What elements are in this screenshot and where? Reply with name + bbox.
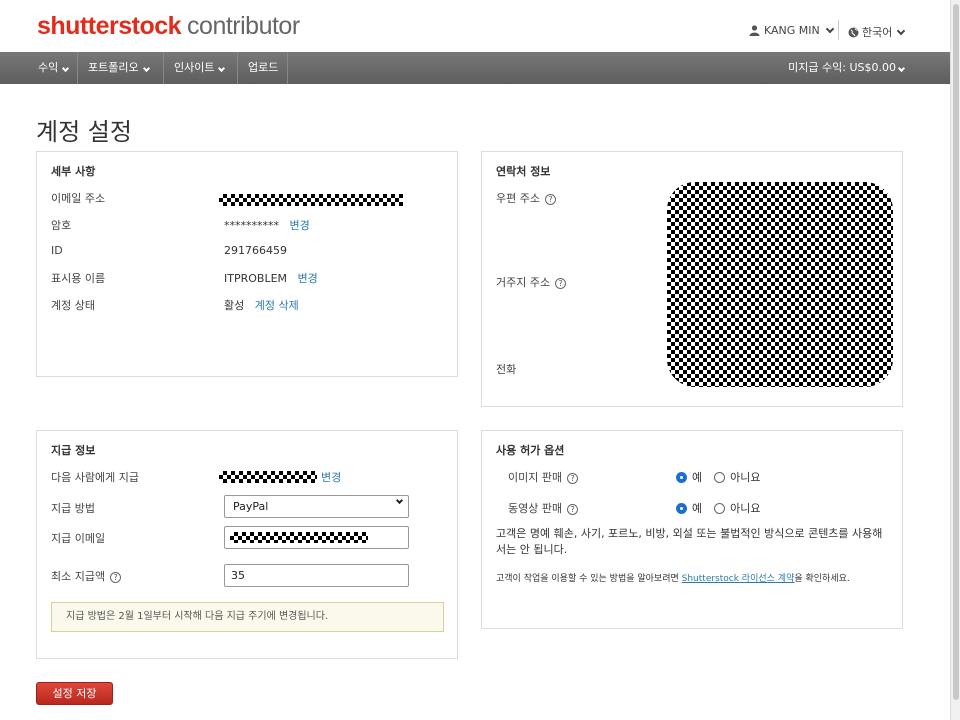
user-name: KANG MIN <box>764 24 820 37</box>
payment-title: 지급 정보 <box>51 444 96 457</box>
license-info: 고객이 작업을 이용할 수 있는 방법을 알아보려면 Shutterstock … <box>496 574 850 584</box>
video-sales-no-radio[interactable] <box>714 502 726 514</box>
chevron-down-icon <box>142 64 150 73</box>
chevron-down-icon <box>62 64 70 73</box>
residence-address-label: 거주지 주소? <box>496 274 567 290</box>
user-menu[interactable]: KANG MIN <box>749 24 835 37</box>
video-sales-options: 예 아니요 <box>676 500 761 516</box>
video-sales-yes-radio[interactable] <box>676 502 687 514</box>
logo-sub: contributor <box>187 12 300 40</box>
minimum-payout-label: 최소 지급액? <box>51 568 122 584</box>
id-value: 291766459 <box>224 244 287 257</box>
image-sales-yes-radio[interactable] <box>676 471 687 483</box>
image-sales-no-radio[interactable] <box>714 471 726 483</box>
phone-label: 전화 <box>496 363 517 376</box>
contact-title: 연락처 정보 <box>496 165 551 178</box>
password-value: ********** 변경 <box>224 219 310 232</box>
header: shutterstock contributor KANG MIN 한국어 <box>0 0 950 52</box>
help-icon[interactable]: ? <box>567 472 579 484</box>
redacted-payment-email <box>230 532 368 543</box>
payment-email-label: 지급 이메일 <box>51 532 106 545</box>
redacted-email <box>219 194 403 206</box>
image-sales-options: 예 아니요 <box>676 469 761 485</box>
status-value: 활성 계정 삭제 <box>224 299 299 312</box>
payee-label: 다음 사람에게 지급 <box>51 471 139 484</box>
payment-notice: 지급 방법은 2월 1일부터 시작해 다음 지급 주기에 변경됩니다. <box>51 602 444 632</box>
id-label: ID <box>51 244 63 257</box>
chevron-down-icon <box>395 496 404 505</box>
help-icon[interactable]: ? <box>555 277 567 289</box>
nav-item-earnings[interactable]: 수익 <box>28 52 78 84</box>
scrollbar-thumb[interactable] <box>953 4 959 700</box>
details-card: 세부 사항 이메일 주소 암호 ********** 변경 ID 2917664… <box>36 151 458 377</box>
help-icon[interactable]: ? <box>567 503 579 515</box>
redacted-payee <box>219 471 317 483</box>
header-divider <box>838 20 839 40</box>
postal-address-label: 우편 주소? <box>496 190 556 206</box>
chevron-down-icon <box>825 24 835 34</box>
usage-warning: 고객은 명예 훼손, 사기, 포르노, 비방, 외설 또는 불법적인 방식으로 … <box>496 527 883 556</box>
nav-item-portfolio[interactable]: 포트폴리오 <box>78 52 164 84</box>
minimum-payout-field[interactable]: 35 <box>224 564 409 587</box>
password-change-link[interactable]: 변경 <box>290 219 310 232</box>
display-name-value: ITPROBLEM 변경 <box>224 272 318 285</box>
payment-card: 지급 정보 다음 사람에게 지급 변경 지급 방법 PayPal 지급 이메일 … <box>36 430 458 659</box>
globe-icon <box>848 27 859 37</box>
chevron-down-icon <box>897 26 906 35</box>
page: shutterstock contributor KANG MIN 한국어 수익 … <box>0 0 950 720</box>
payment-method-select[interactable]: PayPal <box>224 495 409 518</box>
language-menu[interactable]: 한국어 <box>848 24 906 40</box>
payment-email-field[interactable] <box>224 526 409 549</box>
page-title: 계정 설정 <box>36 118 132 146</box>
payment-method-label: 지급 방법 <box>51 502 95 515</box>
video-sales-label: 동영상 판매? <box>508 500 579 516</box>
nav-item-upload[interactable]: 업로드 <box>238 52 288 84</box>
help-icon[interactable]: ? <box>110 571 122 583</box>
display-name-change-link[interactable]: 변경 <box>298 272 318 285</box>
user-icon <box>749 25 760 36</box>
shutterstock-logo[interactable]: shutterstock contributor <box>37 12 300 41</box>
display-name-label: 표시용 이름 <box>51 272 106 285</box>
chevron-down-icon <box>897 64 906 73</box>
password-label: 암호 <box>51 219 72 232</box>
help-icon[interactable]: ? <box>544 193 556 205</box>
language-label: 한국어 <box>862 26 893 39</box>
details-title: 세부 사항 <box>51 165 96 178</box>
licensing-title: 사용 허가 옵션 <box>496 444 565 457</box>
delete-account-link[interactable]: 계정 삭제 <box>255 299 299 312</box>
unpaid-earnings-menu[interactable]: 미지급 수익: US$0.00 <box>788 52 906 84</box>
scrollbar[interactable] <box>950 0 960 720</box>
status-label: 계정 상태 <box>51 299 95 312</box>
licensing-card: 사용 허가 옵션 이미지 판매? 예 아니요 동영상 판매? 예 아니요 고객은… <box>481 430 903 629</box>
chevron-down-icon <box>218 64 226 73</box>
contact-card: 연락처 정보 우편 주소? 거주지 주소? 전화 <box>481 151 903 407</box>
image-sales-label: 이미지 판매? <box>508 469 579 485</box>
payee-change-link[interactable]: 변경 <box>321 469 341 485</box>
email-label: 이메일 주소 <box>51 192 106 205</box>
license-agreement-link[interactable]: Shutterstock 라이선스 계약 <box>682 574 795 584</box>
save-settings-button[interactable]: 설정 저장 <box>36 682 113 705</box>
main-nav: 수익 포트폴리오 인사이트 업로드 미지급 수익: US$0.00 <box>0 52 950 84</box>
redacted-contact-info <box>667 182 893 387</box>
logo-brand: shutterstock <box>37 12 182 40</box>
nav-item-insights[interactable]: 인사이트 <box>164 52 238 84</box>
